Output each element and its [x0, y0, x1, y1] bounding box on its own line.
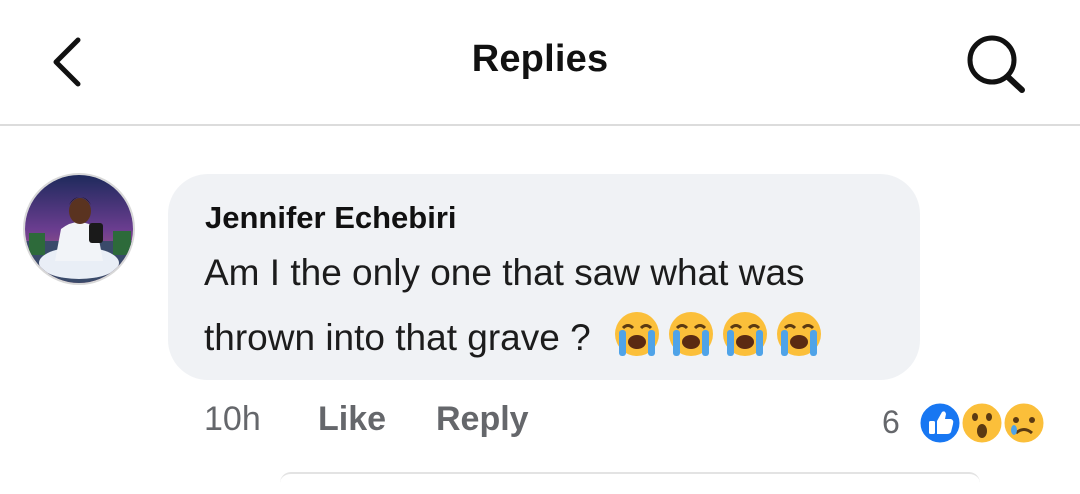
loudly-crying-face-icon [776, 312, 821, 356]
reply-button[interactable]: Reply [436, 400, 529, 439]
search-button[interactable] [960, 32, 1030, 94]
avatar[interactable] [23, 173, 135, 285]
next-comment-edge [280, 472, 980, 494]
like-reaction-icon [917, 400, 963, 446]
top-bar: Replies [0, 0, 1080, 126]
like-button[interactable]: Like [318, 400, 386, 439]
comment-text-line-2-text: thrown into that grave ? [204, 317, 591, 358]
search-icon [967, 35, 1025, 93]
loudly-crying-face-icon [614, 312, 659, 356]
wow-reaction-icon [959, 400, 1005, 446]
page-title: Replies [471, 38, 609, 80]
comment-text-line-1: Am I the only one that saw what was [204, 252, 805, 293]
emoji-group [611, 308, 825, 360]
comment-text-line-2: thrown into that grave ? [204, 308, 825, 360]
profile-photo [25, 175, 133, 283]
loudly-crying-face-icon [722, 312, 767, 356]
reaction-summary[interactable] [910, 398, 1050, 448]
sad-reaction-icon [1001, 400, 1047, 446]
reaction-count[interactable]: 6 [882, 404, 900, 441]
comment-timestamp: 10h [204, 400, 261, 438]
loudly-crying-face-icon [668, 312, 713, 356]
comment-author[interactable]: Jennifer Echebiri [205, 200, 457, 236]
